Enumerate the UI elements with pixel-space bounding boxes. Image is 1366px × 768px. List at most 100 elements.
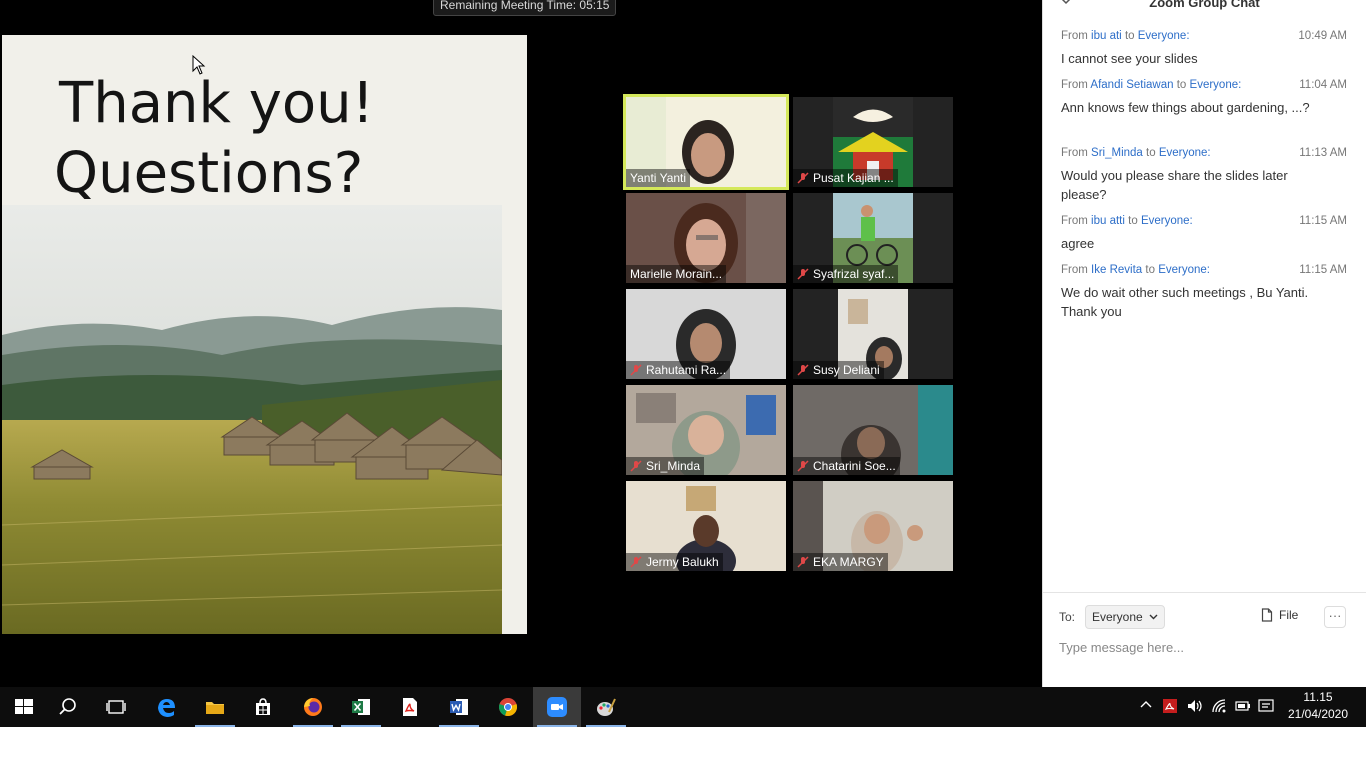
sender-link[interactable]: Ike Revita [1091,264,1142,276]
video-tile-rahutami[interactable]: Rahutami Ra... [626,289,786,379]
participant-name: Marielle Morain... [626,265,727,283]
participant-name: Susy Deliani [793,361,884,379]
participant-name: Pusat Kajian ... [793,169,898,187]
acrobat-app[interactable] [386,687,434,727]
excel-icon [352,699,370,715]
firefox-app[interactable] [289,687,337,727]
message-time: 11:15 AM [1299,215,1347,227]
participant-name: EKA MARGY [793,553,888,571]
file-explorer-app[interactable] [191,687,239,727]
acrobat-icon [403,698,417,716]
blank-area [0,727,1366,768]
more-options-button[interactable]: ··· [1324,606,1346,628]
message-text: agree [1061,236,1095,251]
recipient-link[interactable]: Everyone: [1159,147,1211,159]
mouse-cursor-icon [192,54,206,80]
zoom-icon [547,697,567,717]
recipient-link[interactable]: Everyone: [1141,215,1193,227]
slide-landscape-photo [2,205,502,634]
chat-message: From ibu atti to Everyone: 11:15 AM agree [1061,215,1347,251]
task-view-button[interactable] [92,687,140,727]
muted-mic-icon [797,364,809,376]
video-tile-yanti[interactable]: Yanti Yanti [623,94,789,190]
muted-mic-icon [630,364,642,376]
paint-app[interactable] [582,687,630,727]
task-view-icon [106,700,126,714]
message-text: Ann knows few things about gardening, ..… [1061,100,1310,115]
start-button[interactable] [0,687,48,727]
system-clock[interactable]: 11.15 21/04/2020 [1280,689,1356,723]
word-icon [450,699,468,715]
message-text: We do wait other such meetings , Bu Yant… [1061,285,1309,319]
recipient-select[interactable]: Everyone [1085,605,1166,629]
file-explorer-icon [206,702,224,714]
muted-mic-icon [630,556,642,568]
word-app[interactable] [435,687,483,727]
video-tile-jermy[interactable]: Jermy Balukh [626,481,786,571]
chat-compose-area: To: Everyone File ··· [1043,592,1366,688]
video-tile-pusat-kajian[interactable]: Pusat Kajian ... [793,97,953,187]
message-time: 11:13 AM [1299,147,1347,159]
recipient-link[interactable]: Everyone: [1138,30,1190,42]
recipient-link[interactable]: Everyone: [1158,264,1210,276]
meeting-timer: Remaining Meeting Time: 05:15 [433,0,617,16]
video-tile-sri-minda[interactable]: Sri_Minda [626,385,786,475]
chat-message: From Afandi Setiawan to Everyone: 11:04 A… [1061,79,1347,115]
participant-name: Jermy Balukh [626,553,723,571]
recipient-link[interactable]: Everyone: [1190,79,1242,91]
sender-link[interactable]: ibu ati [1091,30,1122,42]
video-tile-chatarini[interactable]: Chatarini Soe... [793,385,953,475]
file-button[interactable]: File [1261,608,1298,622]
video-tile-syafrizal[interactable]: Syafrizal syaf... [793,193,953,283]
clock-time: 11.15 [1303,690,1333,704]
zoom-app[interactable] [533,687,581,727]
notifications-icon[interactable] [1258,698,1274,719]
chrome-app[interactable] [484,687,532,727]
video-tile-marielle[interactable]: Marielle Morain... [626,193,786,283]
volume-icon[interactable] [1186,698,1204,719]
message-time: 11:15 AM [1299,264,1347,276]
slide-title-line2: Questions? [54,141,364,206]
message-text: I cannot see your slides [1061,51,1198,66]
excel-app[interactable] [337,687,385,727]
chat-message: From ibu ati to Everyone: 10:49 AM I cann… [1061,30,1347,66]
store-icon [256,698,270,715]
message-input[interactable] [1059,637,1339,657]
chat-title: Zoom Group Chat [1149,0,1260,10]
chat-message: From Sri_Minda to Everyone: 11:13 AM Woul… [1061,147,1347,202]
file-icon [1261,608,1273,622]
video-tile-susy[interactable]: Susy Deliani [793,289,953,379]
paint-icon [597,698,616,716]
acrobat-tray-icon[interactable] [1162,698,1178,719]
search-button[interactable] [44,687,92,727]
slide-title: Thank you! Questions? [54,69,374,209]
sender-link[interactable]: Sri_Minda [1091,147,1143,159]
chat-message: From Ike Revita to Everyone: 11:15 AM We … [1061,264,1347,319]
message-time: 10:49 AM [1298,30,1347,42]
sender-link[interactable]: Afandi Setiawan [1090,79,1173,91]
to-label: To: [1059,610,1076,624]
start-icon [15,699,33,714]
battery-icon[interactable] [1234,698,1252,719]
edge-app[interactable] [142,687,190,727]
chevron-down-icon[interactable] [1060,0,1072,9]
firefox-icon [304,698,322,716]
sender-link[interactable]: ibu atti [1091,215,1125,227]
muted-mic-icon [797,268,809,280]
slide-title-line1: Thank you! [59,71,375,136]
chat-header: Zoom Group Chat [1043,0,1366,15]
store-app[interactable] [239,687,287,727]
participant-name: Syafrizal syaf... [793,265,899,283]
participant-name: Yanti Yanti [626,169,691,187]
chat-panel: Zoom Group Chat From ibu ati to Everyone… [1042,0,1366,687]
chevron-down-icon [1149,614,1158,620]
video-tile-eka-margy[interactable]: EKA MARGY [793,481,953,571]
meeting-stage: Remaining Meeting Time: 05:15 Thank you!… [0,0,1042,687]
chevron-up-icon[interactable] [1139,698,1153,717]
wifi-icon[interactable] [1211,698,1227,719]
shared-slide: Thank you! Questions? [2,35,527,634]
chrome-icon [498,698,518,717]
muted-mic-icon [797,460,809,472]
participant-name: Chatarini Soe... [793,457,900,475]
participant-name: Sri_Minda [626,457,705,475]
